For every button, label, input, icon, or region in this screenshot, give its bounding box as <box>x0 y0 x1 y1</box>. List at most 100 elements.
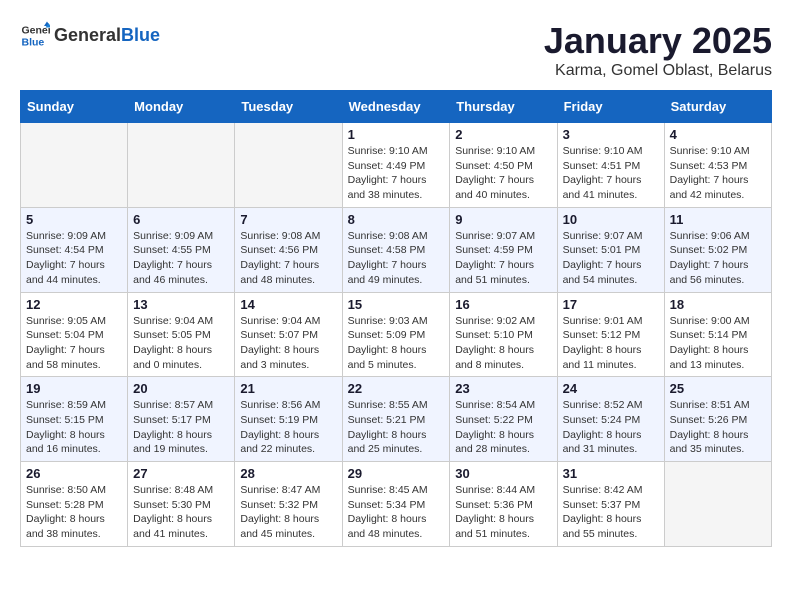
day-info: Sunrise: 9:01 AM Sunset: 5:12 PM Dayligh… <box>563 314 659 373</box>
calendar-cell: 27Sunrise: 8:48 AM Sunset: 5:30 PM Dayli… <box>128 462 235 547</box>
day-info: Sunrise: 9:09 AM Sunset: 4:55 PM Dayligh… <box>133 229 229 288</box>
calendar-cell: 1 Sunrise: 9:10 AM Sunset: 4:49 PM Daylig… <box>342 123 450 208</box>
calendar-cell: 11 Sunrise: 9:06 AM Sunset: 5:02 PM Dayli… <box>664 207 771 292</box>
calendar-cell: 5Sunrise: 9:09 AM Sunset: 4:54 PM Daylig… <box>21 207 128 292</box>
day-number: 28 <box>240 466 336 481</box>
day-number: 18 <box>670 297 766 312</box>
day-number: 19 <box>26 381 122 396</box>
logo-general: General <box>54 25 121 45</box>
weekday-header-monday: Monday <box>128 91 235 123</box>
calendar-cell: 9Sunrise: 9:07 AM Sunset: 4:59 PM Daylig… <box>450 207 557 292</box>
day-number: 13 <box>133 297 229 312</box>
weekday-header-saturday: Saturday <box>664 91 771 123</box>
day-number: 1 <box>348 127 445 142</box>
calendar: SundayMondayTuesdayWednesdayThursdayFrid… <box>20 90 772 547</box>
weekday-header-friday: Friday <box>557 91 664 123</box>
day-info: Sunrise: 9:08 AM Sunset: 4:58 PM Dayligh… <box>348 229 445 288</box>
day-number: 25 <box>670 381 766 396</box>
day-number: 31 <box>563 466 659 481</box>
day-info: Sunrise: 8:51 AM Sunset: 5:26 PM Dayligh… <box>670 398 766 457</box>
calendar-cell: 8 Sunrise: 9:08 AM Sunset: 4:58 PM Daylig… <box>342 207 450 292</box>
day-number: 17 <box>563 297 659 312</box>
weekday-header-tuesday: Tuesday <box>235 91 342 123</box>
logo-icon: General Blue <box>20 20 50 50</box>
day-info: Sunrise: 9:07 AM Sunset: 5:01 PM Dayligh… <box>563 229 659 288</box>
calendar-cell <box>664 462 771 547</box>
calendar-cell: 23 Sunrise: 8:54 AM Sunset: 5:22 PM Dayli… <box>450 377 557 462</box>
calendar-cell: 12 Sunrise: 9:05 AM Sunset: 5:04 PM Dayli… <box>21 292 128 377</box>
calendar-cell: 22 Sunrise: 8:55 AM Sunset: 5:21 PM Dayli… <box>342 377 450 462</box>
day-number: 15 <box>348 297 445 312</box>
day-info: Sunrise: 9:10 AM Sunset: 4:49 PM Dayligh… <box>348 144 445 203</box>
day-info: Sunrise: 9:00 AM Sunset: 5:14 PM Dayligh… <box>670 314 766 373</box>
calendar-cell: 10Sunrise: 9:07 AM Sunset: 5:01 PM Dayli… <box>557 207 664 292</box>
calendar-cell: 25 Sunrise: 8:51 AM Sunset: 5:26 PM Dayli… <box>664 377 771 462</box>
calendar-cell: 2 Sunrise: 9:10 AM Sunset: 4:50 PM Daylig… <box>450 123 557 208</box>
day-info: Sunrise: 9:06 AM Sunset: 5:02 PM Dayligh… <box>670 229 766 288</box>
day-number: 12 <box>26 297 122 312</box>
week-row-4: 19Sunrise: 8:59 AM Sunset: 5:15 PM Dayli… <box>21 377 772 462</box>
week-row-3: 12 Sunrise: 9:05 AM Sunset: 5:04 PM Dayli… <box>21 292 772 377</box>
day-number: 5 <box>26 212 122 227</box>
day-info: Sunrise: 9:07 AM Sunset: 4:59 PM Dayligh… <box>455 229 551 288</box>
day-number: 21 <box>240 381 336 396</box>
calendar-cell: 6 Sunrise: 9:09 AM Sunset: 4:55 PM Daylig… <box>128 207 235 292</box>
day-info: Sunrise: 9:02 AM Sunset: 5:10 PM Dayligh… <box>455 314 551 373</box>
calendar-cell <box>21 123 128 208</box>
day-info: Sunrise: 8:54 AM Sunset: 5:22 PM Dayligh… <box>455 398 551 457</box>
day-info: Sunrise: 9:05 AM Sunset: 5:04 PM Dayligh… <box>26 314 122 373</box>
header: General Blue GeneralBlue January 2025 Ka… <box>20 20 772 80</box>
day-info: Sunrise: 8:52 AM Sunset: 5:24 PM Dayligh… <box>563 398 659 457</box>
day-number: 29 <box>348 466 445 481</box>
day-info: Sunrise: 8:42 AM Sunset: 5:37 PM Dayligh… <box>563 483 659 542</box>
calendar-cell: 3 Sunrise: 9:10 AM Sunset: 4:51 PM Daylig… <box>557 123 664 208</box>
day-number: 2 <box>455 127 551 142</box>
month-title: January 2025 <box>544 20 772 62</box>
day-number: 3 <box>563 127 659 142</box>
day-number: 11 <box>670 212 766 227</box>
calendar-cell: 28Sunrise: 8:47 AM Sunset: 5:32 PM Dayli… <box>235 462 342 547</box>
day-info: Sunrise: 8:55 AM Sunset: 5:21 PM Dayligh… <box>348 398 445 457</box>
day-info: Sunrise: 8:50 AM Sunset: 5:28 PM Dayligh… <box>26 483 122 542</box>
day-info: Sunrise: 9:10 AM Sunset: 4:51 PM Dayligh… <box>563 144 659 203</box>
svg-text:General: General <box>22 25 51 37</box>
weekday-header-thursday: Thursday <box>450 91 557 123</box>
day-info: Sunrise: 9:10 AM Sunset: 4:50 PM Dayligh… <box>455 144 551 203</box>
calendar-cell: 17 Sunrise: 9:01 AM Sunset: 5:12 PM Dayli… <box>557 292 664 377</box>
day-info: Sunrise: 8:45 AM Sunset: 5:34 PM Dayligh… <box>348 483 445 542</box>
day-info: Sunrise: 9:08 AM Sunset: 4:56 PM Dayligh… <box>240 229 336 288</box>
week-row-5: 26 Sunrise: 8:50 AM Sunset: 5:28 PM Dayli… <box>21 462 772 547</box>
calendar-cell: 26 Sunrise: 8:50 AM Sunset: 5:28 PM Dayli… <box>21 462 128 547</box>
title-area: January 2025 Karma, Gomel Oblast, Belaru… <box>544 20 772 80</box>
day-number: 26 <box>26 466 122 481</box>
calendar-cell: 24 Sunrise: 8:52 AM Sunset: 5:24 PM Dayli… <box>557 377 664 462</box>
week-row-2: 5Sunrise: 9:09 AM Sunset: 4:54 PM Daylig… <box>21 207 772 292</box>
day-number: 20 <box>133 381 229 396</box>
calendar-cell: 31 Sunrise: 8:42 AM Sunset: 5:37 PM Dayli… <box>557 462 664 547</box>
day-number: 4 <box>670 127 766 142</box>
svg-text:Blue: Blue <box>22 37 45 49</box>
day-number: 16 <box>455 297 551 312</box>
calendar-cell: 15Sunrise: 9:03 AM Sunset: 5:09 PM Dayli… <box>342 292 450 377</box>
calendar-cell: 14Sunrise: 9:04 AM Sunset: 5:07 PM Dayli… <box>235 292 342 377</box>
logo-blue: Blue <box>121 25 160 45</box>
calendar-cell: 13 Sunrise: 9:04 AM Sunset: 5:05 PM Dayli… <box>128 292 235 377</box>
calendar-cell: 21Sunrise: 8:56 AM Sunset: 5:19 PM Dayli… <box>235 377 342 462</box>
day-info: Sunrise: 8:44 AM Sunset: 5:36 PM Dayligh… <box>455 483 551 542</box>
day-number: 7 <box>240 212 336 227</box>
calendar-cell <box>235 123 342 208</box>
calendar-cell: 20Sunrise: 8:57 AM Sunset: 5:17 PM Dayli… <box>128 377 235 462</box>
weekday-header-row: SundayMondayTuesdayWednesdayThursdayFrid… <box>21 91 772 123</box>
location-title: Karma, Gomel Oblast, Belarus <box>544 62 772 80</box>
calendar-cell: 16 Sunrise: 9:02 AM Sunset: 5:10 PM Dayli… <box>450 292 557 377</box>
week-row-1: 1 Sunrise: 9:10 AM Sunset: 4:49 PM Daylig… <box>21 123 772 208</box>
calendar-cell: 18 Sunrise: 9:00 AM Sunset: 5:14 PM Dayli… <box>664 292 771 377</box>
weekday-header-sunday: Sunday <box>21 91 128 123</box>
calendar-cell: 4Sunrise: 9:10 AM Sunset: 4:53 PM Daylig… <box>664 123 771 208</box>
day-number: 22 <box>348 381 445 396</box>
day-number: 6 <box>133 212 229 227</box>
day-number: 24 <box>563 381 659 396</box>
day-number: 8 <box>348 212 445 227</box>
day-info: Sunrise: 9:04 AM Sunset: 5:05 PM Dayligh… <box>133 314 229 373</box>
day-number: 23 <box>455 381 551 396</box>
